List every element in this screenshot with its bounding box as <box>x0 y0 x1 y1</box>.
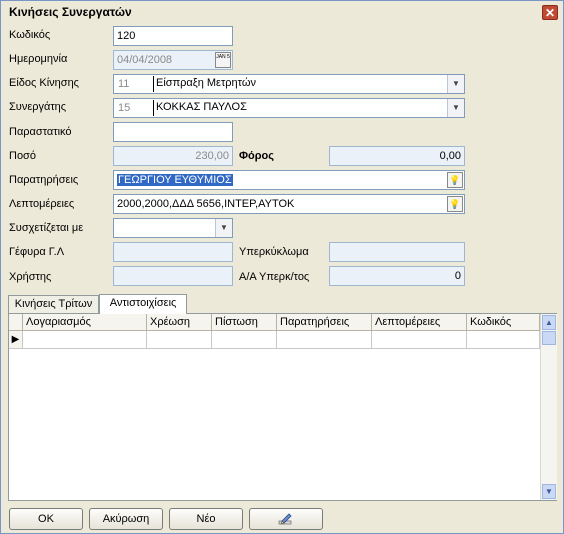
partner-value: ΚΟΚΚΑΣ ΠΑΥΛΟΣ <box>153 100 247 116</box>
amount-label: Ποσό <box>9 150 36 162</box>
grid-corner <box>9 314 23 331</box>
remarks-field[interactable]: ΓΕΩΡΓΙΟΥ ΕΥΘΥΜΙΟΣ 💡 <box>113 170 465 190</box>
tax-field[interactable]: 0,00 <box>329 146 465 166</box>
overdraft-no-field[interactable]: 0 <box>329 266 465 286</box>
scroll-up-icon[interactable]: ▲ <box>542 315 556 330</box>
column-header-remarks[interactable]: Παρατηρήσεις <box>277 314 372 331</box>
related-label: Συσχετίζεται με <box>9 222 84 234</box>
bridge-label: Γέφυρα Γ.Λ <box>9 246 65 258</box>
partner-code: 15 <box>118 102 131 114</box>
edit-icon <box>278 512 294 533</box>
table-cell[interactable] <box>23 331 147 349</box>
user-field[interactable] <box>113 266 233 286</box>
lightbulb-icon[interactable]: 💡 <box>447 196 463 212</box>
column-header-debit[interactable]: Χρέωση <box>147 314 212 331</box>
date-label: Ημερομηνία <box>9 53 68 65</box>
table-cell[interactable] <box>212 331 277 349</box>
remarks-label: Παρατηρήσεις <box>9 174 79 186</box>
scroll-thumb[interactable] <box>542 331 556 345</box>
overdraft-field[interactable] <box>329 242 465 262</box>
column-header-credit[interactable]: Πίστωση <box>212 314 277 331</box>
amount-field[interactable]: 230,00 <box>113 146 233 166</box>
partner-label: Συνεργάτης <box>9 101 67 113</box>
lightbulb-icon[interactable]: 💡 <box>447 172 463 188</box>
chevron-down-icon[interactable]: ▼ <box>447 75 464 93</box>
new-button[interactable]: Νέο <box>169 508 243 530</box>
tax-label: Φόρος <box>239 150 274 162</box>
vertical-scrollbar[interactable]: ▲ ▼ <box>540 314 557 500</box>
movement-type-select[interactable]: 11 Είσπραξη Μετρητών ▼ <box>113 74 465 94</box>
document-label: Παραστατικό <box>9 126 72 138</box>
ok-button[interactable]: OK <box>9 508 83 530</box>
matchings-grid: Λογαριασμός Χρέωση Πίστωση Παρατηρήσεις … <box>8 313 557 501</box>
cancel-button[interactable]: Ακύρωση <box>89 508 163 530</box>
calendar-icon[interactable]: JAN 5 <box>215 52 231 68</box>
overdraft-label: Υπερκύκλωμα <box>239 246 309 258</box>
tab-third-party-movements[interactable]: Κινήσεις Τρίτων <box>8 295 99 313</box>
close-button[interactable]: ✕ <box>542 5 558 20</box>
column-header-code[interactable]: Κωδικός <box>467 314 540 331</box>
user-label: Χρήστης <box>9 271 52 283</box>
edit-button[interactable] <box>249 508 323 530</box>
table-cell[interactable] <box>467 331 540 349</box>
chevron-down-icon[interactable]: ▼ <box>215 219 232 237</box>
scroll-down-icon[interactable]: ▼ <box>542 484 556 499</box>
remarks-value: ΓΕΩΡΓΙΟΥ ΕΥΘΥΜΙΟΣ <box>117 174 233 186</box>
column-header-details[interactable]: Λεπτομέρειες <box>372 314 467 331</box>
column-header-account[interactable]: Λογαριασμός <box>23 314 147 331</box>
partner-select[interactable]: 15 ΚΟΚΚΑΣ ΠΑΥΛΟΣ ▼ <box>113 98 465 118</box>
tab-matchings[interactable]: Αντιστοιχίσεις <box>99 294 187 314</box>
partner-movements-window: Κινήσεις Συνεργατών ✕ Κωδικός 120 Ημερομ… <box>0 0 564 534</box>
bridge-field[interactable] <box>113 242 233 262</box>
movement-type-code: 11 <box>118 78 130 90</box>
chevron-down-icon[interactable]: ▼ <box>447 99 464 117</box>
document-field[interactable] <box>113 122 233 142</box>
table-cell[interactable] <box>372 331 467 349</box>
table-cell[interactable] <box>277 331 372 349</box>
date-value: 04/04/2008 <box>117 54 173 66</box>
details-field[interactable]: 2000,2000,ΔΔΔ 5656,ΙΝΤΕΡ,ΑΥΤΟΚ 💡 <box>113 194 465 214</box>
code-label: Κωδικός <box>9 29 51 41</box>
code-field[interactable]: 120 <box>113 26 233 46</box>
overdraft-no-label: Α/Α Υπερκ/τος <box>239 271 310 283</box>
date-field[interactable]: 04/04/2008 JAN 5 <box>113 50 233 70</box>
close-icon: ✕ <box>544 6 556 20</box>
row-indicator[interactable]: ▶ <box>9 331 23 349</box>
details-value: 2000,2000,ΔΔΔ 5656,ΙΝΤΕΡ,ΑΥΤΟΚ <box>117 198 295 210</box>
movement-type-value: Είσπραξη Μετρητών <box>153 76 256 92</box>
related-select[interactable]: ▼ <box>113 218 233 238</box>
table-cell[interactable] <box>147 331 212 349</box>
title-bar: Κινήσεις Συνεργατών ✕ <box>1 1 563 23</box>
movement-type-label: Είδος Κίνησης <box>9 77 79 89</box>
details-label: Λεπτομέρειες <box>9 198 75 210</box>
window-title: Κινήσεις Συνεργατών <box>9 5 132 19</box>
